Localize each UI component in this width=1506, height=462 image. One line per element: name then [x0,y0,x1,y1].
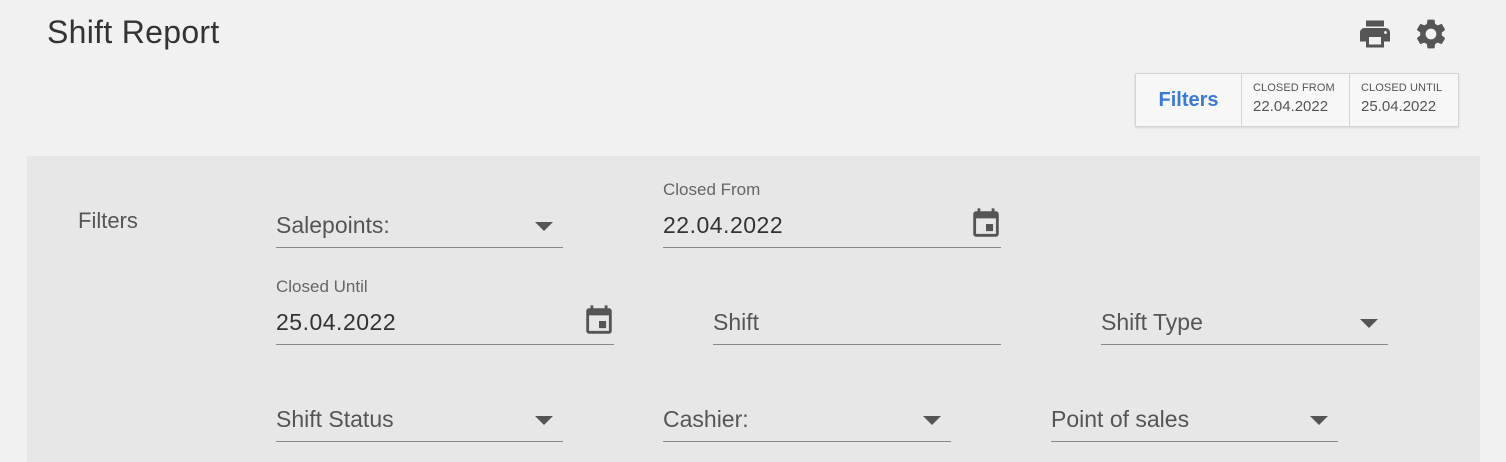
chevron-down-icon [1310,416,1328,425]
salepoints-select[interactable]: Salepoints: [276,196,563,248]
chevron-down-icon [1360,319,1378,328]
cashier-label: Cashier: [663,406,749,432]
closed-from-caption: Closed From [663,180,761,199]
chip-label: CLOSED FROM [1253,82,1335,94]
filter-chip-closed-until[interactable]: CLOSED UNTIL 25.04.2022 [1350,74,1458,126]
filter-chip-closed-from[interactable]: CLOSED FROM 22.04.2022 [1242,74,1350,126]
filters-toggle-button[interactable]: Filters [1136,74,1242,126]
closed-until-caption: Closed Until [276,277,368,296]
closed-from-date-field[interactable]: Closed From 22.04.2022 [663,178,1001,248]
chip-value: 22.04.2022 [1253,98,1329,115]
calendar-icon[interactable] [582,304,616,338]
point-of-sales-label: Point of sales [1051,406,1190,432]
print-icon[interactable] [1357,16,1393,52]
chevron-down-icon [535,416,553,425]
closed-until-value: 25.04.2022 [276,309,397,335]
cashier-select[interactable]: Cashier: [663,390,951,442]
point-of-sales-select[interactable]: Point of sales [1051,390,1338,442]
chip-value: 25.04.2022 [1361,98,1437,115]
shift-input[interactable]: Shift [713,293,1001,345]
page-title: Shift Report [47,14,220,50]
shift-status-select[interactable]: Shift Status [276,390,563,442]
salepoints-label: Salepoints: [276,212,390,238]
shift-type-select[interactable]: Shift Type [1101,293,1388,345]
chevron-down-icon [535,222,553,231]
filters-panel-title: Filters [78,208,138,233]
calendar-icon[interactable] [969,207,1003,241]
gear-icon[interactable] [1413,16,1449,52]
shift-status-label: Shift Status [276,406,394,432]
closed-until-date-field[interactable]: Closed Until 25.04.2022 [276,275,614,345]
filters-panel: Filters Salepoints: Closed From 22.04.20… [27,156,1480,462]
chip-label: CLOSED UNTIL [1361,82,1443,94]
shift-type-label: Shift Type [1101,309,1203,335]
filter-summary-bar: Filters CLOSED FROM 22.04.2022 CLOSED UN… [1135,73,1459,127]
shift-label: Shift [713,309,760,335]
chevron-down-icon [923,416,941,425]
closed-from-value: 22.04.2022 [663,212,784,238]
